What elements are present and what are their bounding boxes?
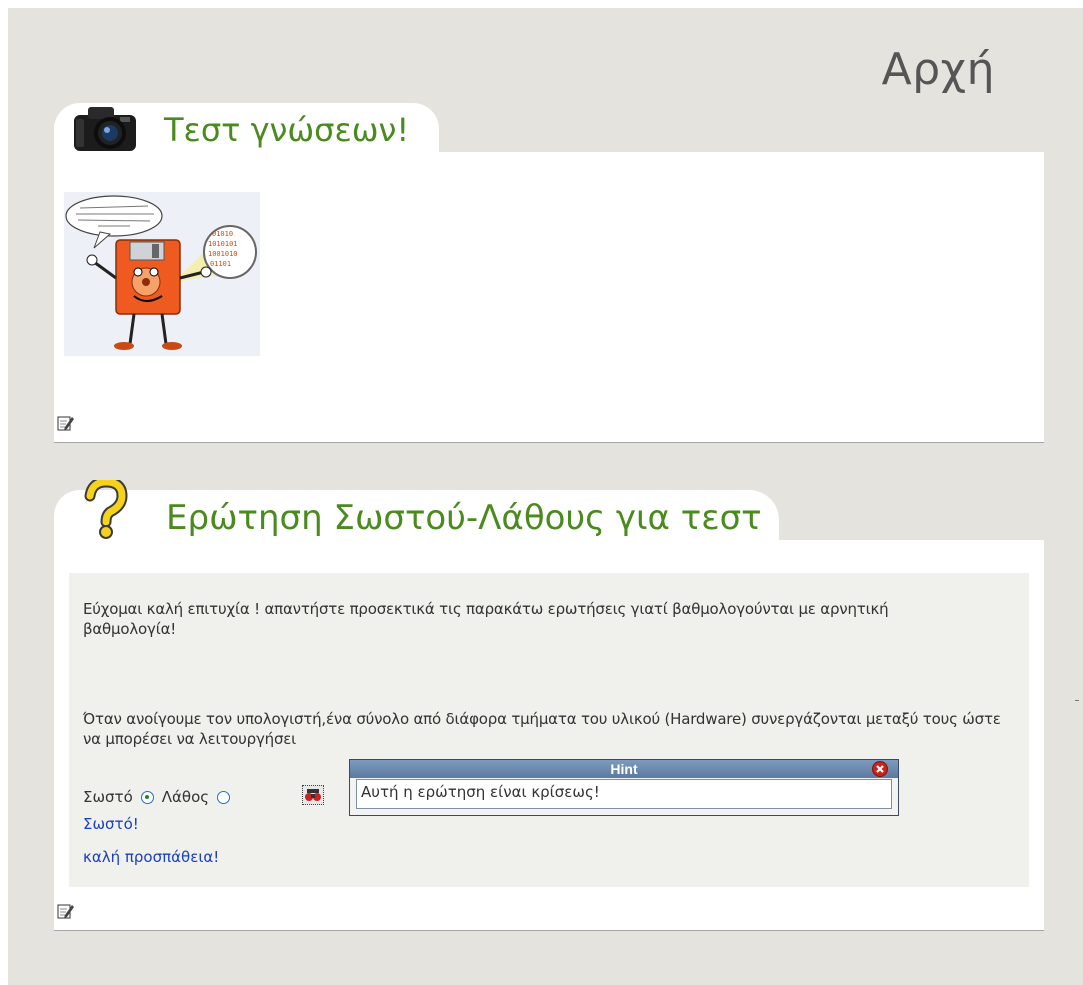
scroll-marker bbox=[1075, 700, 1079, 701]
option-false-label: Λάθος bbox=[161, 788, 210, 806]
svg-text:01101: 01101 bbox=[210, 260, 231, 268]
answer-options: Σωστό Λάθος bbox=[83, 788, 238, 806]
panel-tab-knowledge-test: Τεστ γνώσεων! bbox=[54, 103, 439, 153]
svg-text:1010101: 1010101 bbox=[208, 240, 238, 248]
camera-icon bbox=[74, 107, 136, 151]
hint-popup-text: Αυτή η ερώτηση είναι κρίσεως! bbox=[356, 779, 892, 809]
panel-title: Τεστ γνώσεων! bbox=[164, 111, 410, 149]
question-mark-icon bbox=[84, 480, 128, 539]
page-title: Αρχή bbox=[881, 44, 995, 95]
option-true-label: Σωστό bbox=[83, 788, 133, 806]
hint-popup-title: Hint bbox=[610, 761, 638, 777]
floppy-disk-cartoon-image: 01010 1010101 1001010 01101 bbox=[64, 192, 260, 356]
quiz-content: Εύχομαι καλή επιτυχία ! απαντήστε προσεκ… bbox=[69, 573, 1029, 887]
quiz-intro-text: Εύχομαι καλή επιτυχία ! απαντήστε προσεκ… bbox=[83, 600, 889, 638]
svg-text:1001010: 1001010 bbox=[208, 250, 238, 258]
option-true-radio[interactable] bbox=[140, 790, 154, 804]
feedback-encouragement: καλή προσπάθεια! bbox=[83, 848, 220, 866]
edit-icon[interactable] bbox=[57, 415, 74, 431]
hint-icon bbox=[305, 789, 321, 801]
hint-popup: Hint Αυτή η ερώτηση είναι κρίσεως! bbox=[349, 759, 899, 816]
close-icon[interactable] bbox=[872, 761, 888, 777]
panel-tab-true-false-question: Ερώτηση Σωστού-Λάθους για τεστ bbox=[54, 480, 779, 541]
svg-text:01010: 01010 bbox=[212, 230, 233, 238]
option-false-radio[interactable] bbox=[217, 790, 231, 804]
hint-button[interactable] bbox=[302, 785, 324, 805]
question-text: Όταν ανοίγουμε τον υπολογιστή,ένα σύνολο… bbox=[83, 710, 1001, 748]
edit-icon[interactable] bbox=[57, 903, 74, 919]
feedback-correct: Σωστό! bbox=[83, 815, 139, 833]
panel-knowledge-test: 01010 1010101 1001010 01101 bbox=[54, 152, 1044, 443]
hint-popup-header: Hint bbox=[350, 760, 898, 778]
panel-title: Ερώτηση Σωστού-Λάθους για τεστ bbox=[166, 498, 762, 538]
